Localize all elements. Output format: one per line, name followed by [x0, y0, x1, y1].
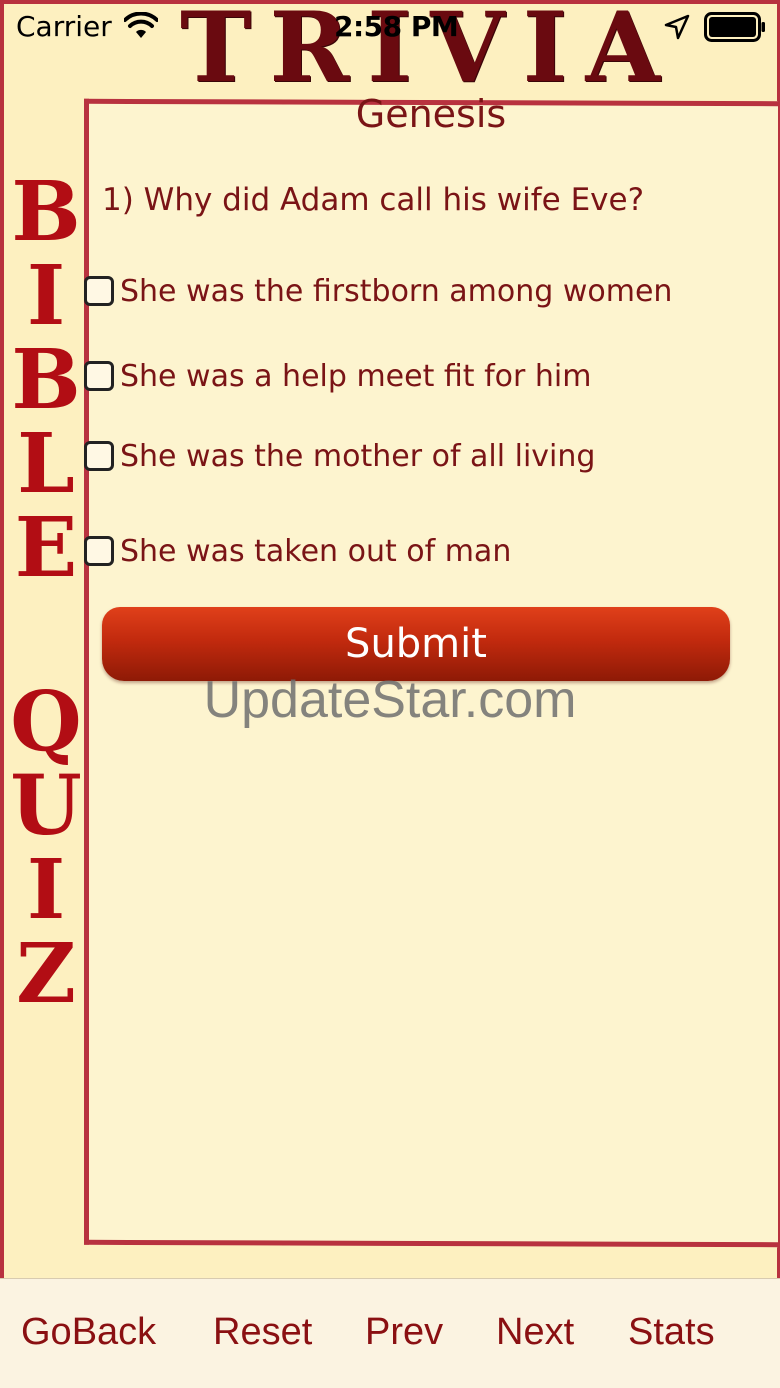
title-letter: B — [11, 164, 81, 260]
chapter-title: Genesis — [355, 92, 507, 136]
location-arrow-icon — [664, 14, 690, 40]
title-gap — [8, 590, 84, 680]
status-time: 2:58 PM — [334, 10, 459, 43]
title-letter: Z — [16, 926, 76, 1022]
carrier-label: Carrier — [16, 10, 112, 43]
battery-icon — [704, 12, 765, 42]
answer-checkbox-2[interactable] — [84, 361, 114, 391]
answer-option-1[interactable]: She was the firstborn among women — [84, 271, 672, 311]
answer-option-3[interactable]: She was the mother of all living — [84, 436, 595, 476]
title-letter: I — [26, 248, 66, 344]
prev-button[interactable]: Prev — [365, 1311, 443, 1354]
stats-button[interactable]: Stats — [628, 1311, 715, 1354]
answer-checkbox-1[interactable] — [84, 276, 114, 306]
answer-checkbox-4[interactable] — [84, 536, 114, 566]
answer-label-1[interactable]: She was the firstborn among women — [120, 274, 672, 309]
title-letter: B — [11, 332, 81, 428]
status-bar: Carrier 2:58 PM — [0, 0, 780, 54]
answer-option-4[interactable]: She was taken out of man — [84, 531, 511, 571]
title-letter: L — [17, 416, 75, 512]
title-letter: E — [14, 500, 78, 596]
question-text: 1) Why did Adam call his wife Eve? — [102, 182, 645, 218]
answer-checkbox-3[interactable] — [84, 441, 114, 471]
answer-option-2[interactable]: She was a help meet fit for him — [84, 356, 591, 396]
title-letter: I — [26, 842, 66, 938]
reset-button[interactable]: Reset — [213, 1311, 312, 1354]
wifi-icon — [124, 12, 158, 38]
answer-label-4[interactable]: She was taken out of man — [120, 534, 511, 569]
next-button[interactable]: Next — [496, 1311, 574, 1354]
bottom-toolbar: GoBack Reset Prev Next Stats — [0, 1278, 780, 1388]
watermark: UpdateStar.com — [203, 671, 577, 729]
answer-label-2[interactable]: She was a help meet fit for him — [120, 359, 591, 394]
goback-button[interactable]: GoBack — [21, 1311, 156, 1354]
bible-quiz-vertical-title: B I B L E Q U I Z — [8, 170, 84, 1030]
title-letter: U — [10, 758, 82, 854]
answer-label-3[interactable]: She was the mother of all living — [120, 439, 595, 474]
